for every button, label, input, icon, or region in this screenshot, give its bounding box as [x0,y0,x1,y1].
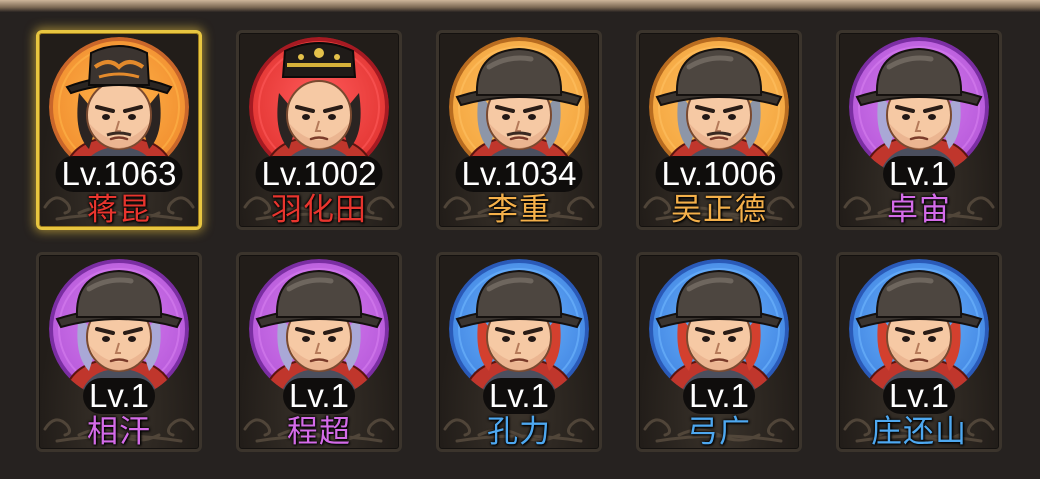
top-frame-border [0,0,1040,12]
hero-card[interactable]: Lv.1 程超 [236,252,402,452]
hero-name: 李重 [487,192,551,228]
hero-card[interactable]: Lv.1006 吴正德 [636,30,802,230]
hero-card[interactable]: Lv.1034 李重 [436,30,602,230]
hero-card[interactable]: Lv.1 弓广 [636,252,802,452]
hero-card[interactable]: Lv.1063 蒋昆 [36,30,202,230]
hero-level-badge: Lv.1 [483,378,555,414]
hero-card[interactable]: Lv.1 孔力 [436,252,602,452]
hero-name: 蒋昆 [87,192,151,228]
hero-name: 程超 [287,414,351,450]
hero-name: 羽化田 [271,192,367,228]
hero-level-badge: Lv.1 [883,156,955,192]
hero-name: 弓广 [687,414,751,450]
hero-level-badge: Lv.1 [883,378,955,414]
hero-name: 吴正德 [671,192,767,228]
hero-card[interactable]: Lv.1 相汗 [36,252,202,452]
hero-name: 相汗 [87,414,151,450]
hero-name: 庄还山 [871,414,967,450]
hero-level-badge: Lv.1006 [655,156,783,192]
hero-card[interactable]: Lv.1 庄还山 [836,252,1002,452]
hero-card[interactable]: Lv.1 卓宙 [836,30,1002,230]
hero-card[interactable]: Lv.1002 羽化田 [236,30,402,230]
hero-level-badge: Lv.1063 [55,156,183,192]
hero-level-badge: Lv.1 [83,378,155,414]
hero-name: 卓宙 [887,192,951,228]
hero-level-badge: Lv.1 [683,378,755,414]
hero-name: 孔力 [487,414,551,450]
hero-grid: Lv.1063 蒋昆 Lv.1002 羽化田 Lv.1034 李重 Lv.100… [36,30,1004,456]
hero-level-badge: Lv.1002 [255,156,383,192]
hero-level-badge: Lv.1 [283,378,355,414]
hero-level-badge: Lv.1034 [455,156,583,192]
